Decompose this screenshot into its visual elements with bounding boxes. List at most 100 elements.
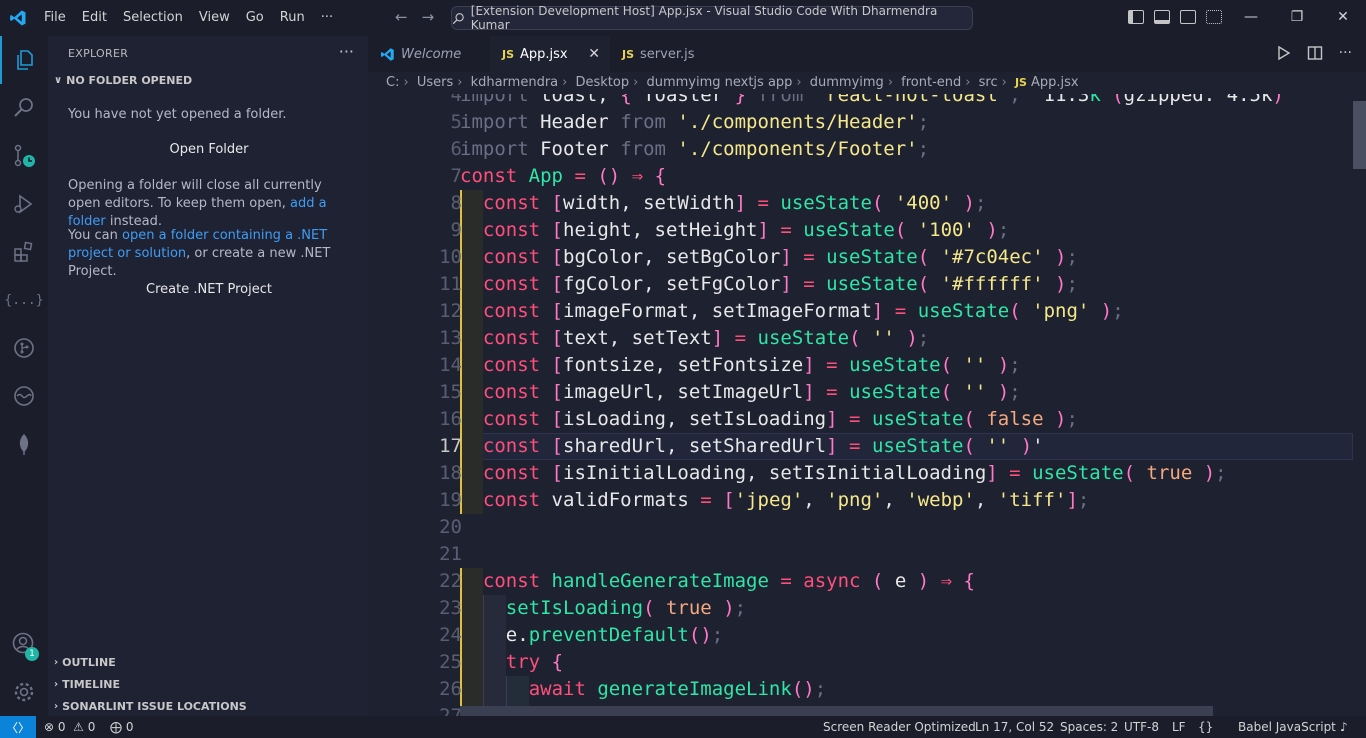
- line-number: 18: [439, 462, 462, 484]
- language-mode[interactable]: Babel JavaScript: [1238, 716, 1336, 738]
- code-line[interactable]: 13 const [text, setText] = useState( '' )…: [368, 325, 1353, 352]
- ports-indicator[interactable]: ⨁ 0: [110, 716, 133, 738]
- breadcrumb-item[interactable]: kdharmendra: [471, 75, 559, 90]
- menu-edit[interactable]: Edit: [74, 0, 115, 36]
- code-line[interactable]: 16 const [isLoading, setIsLoading] = useS…: [368, 406, 1353, 433]
- chevron-right-icon: ›: [965, 75, 971, 90]
- source-control-icon[interactable]: [0, 132, 48, 180]
- close-tab-icon[interactable]: ✕: [588, 46, 600, 62]
- split-editor-icon[interactable]: [1307, 45, 1323, 61]
- json-braces-icon[interactable]: {}: [1198, 716, 1213, 738]
- line-number: 16: [439, 408, 462, 430]
- menu-run[interactable]: Run: [272, 0, 313, 36]
- remote-indicator[interactable]: 〈〉: [0, 716, 36, 738]
- run-debug-icon[interactable]: [0, 180, 48, 228]
- more-actions-icon[interactable]: ···: [1339, 45, 1352, 61]
- encoding[interactable]: UTF-8: [1124, 716, 1159, 738]
- mongodb-leaf-icon[interactable]: [0, 420, 48, 468]
- code-line[interactable]: 18 const [isInitialLoading, setIsInitialL…: [368, 460, 1353, 487]
- minimize-button[interactable]: —: [1228, 0, 1274, 36]
- breadcrumb-item[interactable]: src: [979, 75, 998, 90]
- extensions-icon[interactable]: [0, 228, 48, 276]
- timeline-section-header[interactable]: › TIMELINE: [54, 678, 120, 691]
- breadcrumb-item[interactable]: front-end: [901, 75, 961, 90]
- explorer-icon[interactable]: [0, 36, 48, 84]
- line-number: 20: [439, 516, 462, 538]
- explorer-more-actions[interactable]: ···: [339, 42, 354, 61]
- toggle-primary-sidebar-icon[interactable]: [1128, 10, 1144, 24]
- vscode-logo-icon[interactable]: [0, 0, 36, 36]
- code-line[interactable]: 23 setIsLoading( true );: [368, 595, 1353, 622]
- end-of-line[interactable]: LF: [1172, 716, 1186, 738]
- outline-section-header[interactable]: › OUTLINE: [54, 656, 116, 669]
- code-text: setIsLoading( true );: [505, 597, 747, 619]
- code-text: import Header from './components/Header'…: [460, 111, 930, 133]
- cursor-position[interactable]: Ln 17, Col 52: [975, 716, 1054, 738]
- code-line[interactable]: 11 const [fgColor, setFgColor] = useState…: [368, 271, 1353, 298]
- accounts-icon[interactable]: 1: [0, 620, 48, 668]
- menu-go[interactable]: Go: [238, 0, 272, 36]
- code-line[interactable]: 25 try {: [368, 649, 1353, 676]
- code-line[interactable]: 26 await generateImageLink();: [368, 676, 1353, 703]
- code-text: const [bgColor, setBgColor] = useState( …: [482, 246, 1078, 268]
- code-line[interactable]: 17 const [sharedUrl, setSharedUrl] = useS…: [368, 433, 1353, 460]
- code-line[interactable]: 20: [368, 514, 1353, 541]
- tab-welcome[interactable]: Welcome: [368, 36, 490, 72]
- code-editor[interactable]: 4 import toast, { Toaster } from 'react-h…: [368, 94, 1353, 716]
- breadcrumb-item[interactable]: C:: [386, 75, 399, 90]
- breadcrumb-item[interactable]: Users: [417, 75, 453, 90]
- indentation[interactable]: Spaces: 2: [1060, 716, 1118, 738]
- menu-more[interactable]: ···: [313, 0, 341, 36]
- notifications-bell-icon[interactable]: ♪: [1340, 716, 1348, 738]
- code-line[interactable]: 4 import toast, { Toaster } from 'react-h…: [368, 94, 1353, 109]
- no-folder-section-header[interactable]: ∨ NO FOLDER OPENED: [54, 74, 192, 87]
- settings-gear-icon[interactable]: [0, 668, 48, 716]
- code-line[interactable]: 9 const [height, setHeight] = useState( '…: [368, 217, 1353, 244]
- code-line[interactable]: 8 const [width, setWidth] = useState( '40…: [368, 190, 1353, 217]
- create-dotnet-project-button[interactable]: Create .NET Project: [68, 277, 350, 303]
- vertical-scrollbar-thumb[interactable]: [1353, 101, 1366, 169]
- indent-background: [460, 190, 483, 217]
- indent-background: [460, 352, 483, 379]
- status-bar: 〈〉 ⊗ 0 ⚠ 0 ⨁ 0 Screen Reader Optimized L…: [0, 716, 1366, 738]
- breadcrumb-item[interactable]: App.jsx: [1031, 75, 1079, 90]
- restore-button[interactable]: ❐: [1274, 0, 1320, 36]
- code-line[interactable]: 24 e.preventDefault();: [368, 622, 1353, 649]
- search-view-icon[interactable]: [0, 84, 48, 132]
- tab-app-jsx[interactable]: JS App.jsx ✕: [490, 36, 610, 72]
- code-line[interactable]: 15 const [imageUrl, setImageUrl] = useSta…: [368, 379, 1353, 406]
- toggle-secondary-sidebar-icon[interactable]: [1180, 10, 1196, 24]
- close-window-button[interactable]: ✕: [1320, 0, 1366, 36]
- breadcrumb-item[interactable]: Desktop: [575, 75, 629, 90]
- forward-arrow-icon[interactable]: →: [422, 8, 435, 26]
- back-arrow-icon[interactable]: ←: [395, 8, 408, 26]
- tab-server-js[interactable]: JS server.js: [610, 36, 720, 72]
- menu-file[interactable]: File: [36, 0, 74, 36]
- screen-reader-mode[interactable]: Screen Reader Optimized: [823, 716, 976, 738]
- breadcrumb-item[interactable]: dummyimg nextjs app: [646, 75, 792, 90]
- menu-view[interactable]: View: [191, 0, 238, 36]
- git-graph-icon[interactable]: [0, 324, 48, 372]
- code-line[interactable]: 19 const validFormats = ['jpeg', 'png', '…: [368, 487, 1353, 514]
- toggle-panel-icon[interactable]: [1154, 10, 1170, 24]
- menu-selection[interactable]: Selection: [115, 0, 191, 36]
- customize-layout-icon[interactable]: [1206, 10, 1222, 24]
- sonarlint-section-header[interactable]: › SONARLINT ISSUE LOCATIONS: [54, 700, 247, 713]
- breadcrumb-item[interactable]: dummyimg: [810, 75, 884, 90]
- live-server-icon[interactable]: [0, 372, 48, 420]
- horizontal-scrollbar[interactable]: [460, 706, 1213, 716]
- open-folder-button[interactable]: Open Folder: [68, 137, 350, 163]
- code-line[interactable]: 10 const [bgColor, setBgColor] = useState…: [368, 244, 1353, 271]
- run-play-icon[interactable]: [1277, 45, 1291, 61]
- command-center-search[interactable]: [Extension Development Host] App.jsx - V…: [451, 4, 973, 32]
- code-line[interactable]: 6 import Footer from './components/Footer…: [368, 136, 1353, 163]
- line-number: 7: [450, 165, 462, 187]
- problems-indicator[interactable]: ⊗ 0 ⚠ 0: [44, 716, 95, 738]
- json-braces-icon[interactable]: {...}: [0, 276, 48, 324]
- code-line[interactable]: 12 const [imageFormat, setImageFormat] = …: [368, 298, 1353, 325]
- code-line[interactable]: 5 import Header from './components/Header…: [368, 109, 1353, 136]
- code-line[interactable]: 14 const [fontsize, setFontsize] = useSta…: [368, 352, 1353, 379]
- code-line[interactable]: 21: [368, 541, 1353, 568]
- code-line[interactable]: 22 const handleGenerateImage = async ( e …: [368, 568, 1353, 595]
- code-line[interactable]: 7 const App = () ⇒ {: [368, 163, 1353, 190]
